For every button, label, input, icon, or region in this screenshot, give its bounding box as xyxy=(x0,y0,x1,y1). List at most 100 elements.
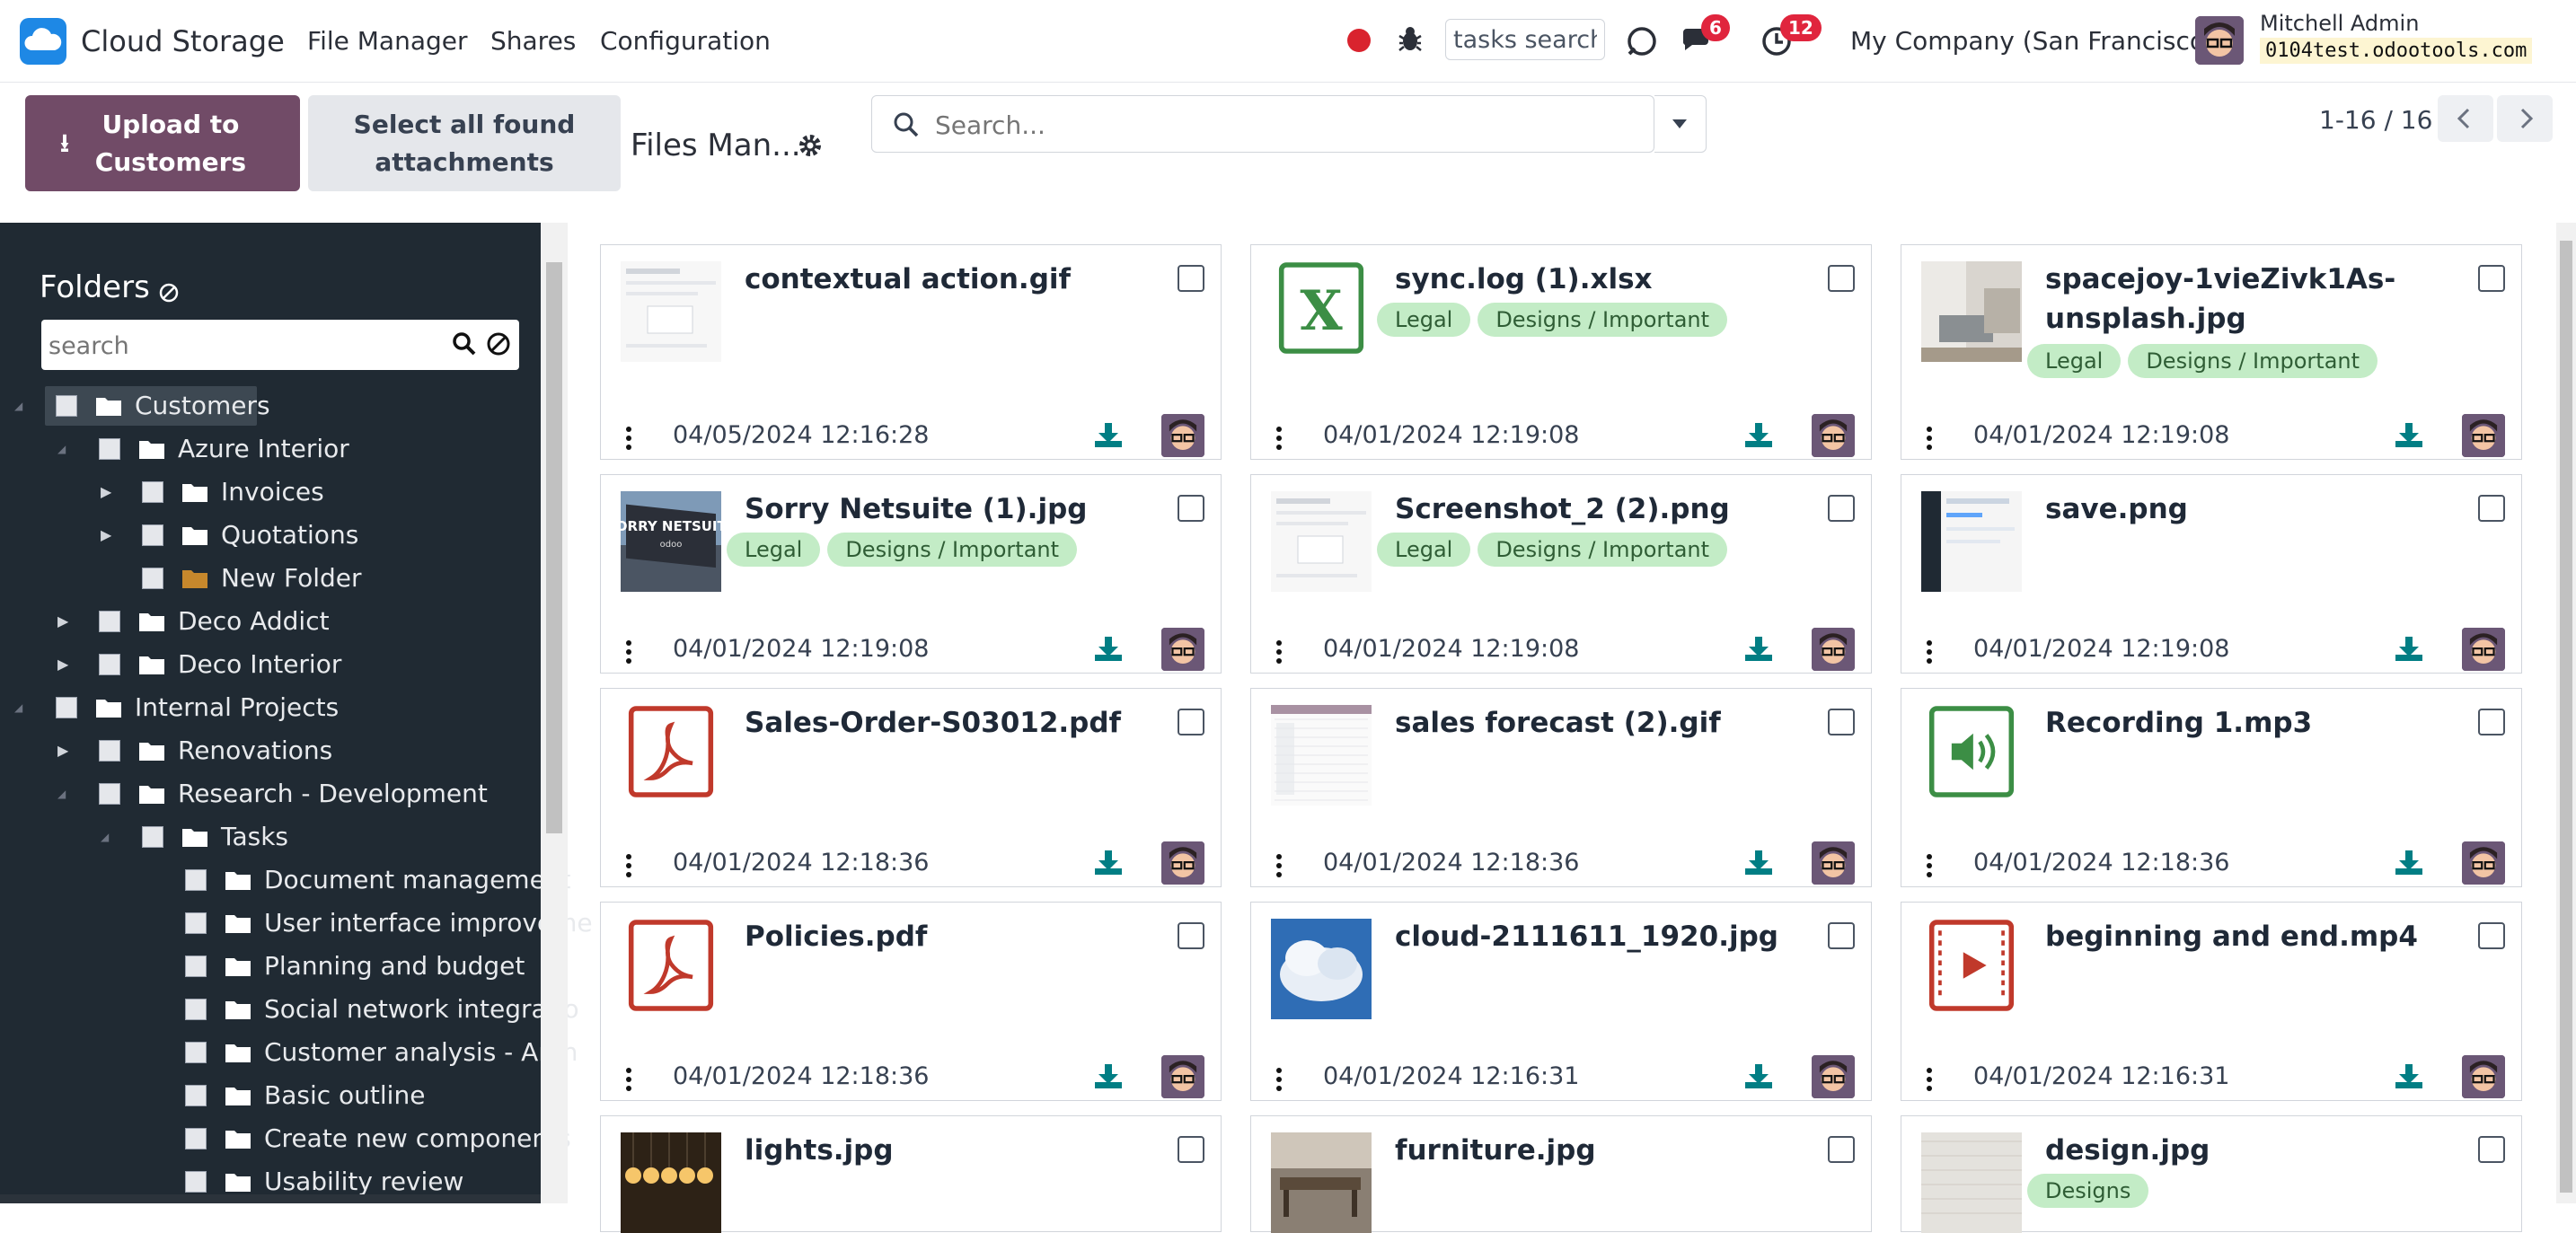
attachment-card[interactable]: furniture.jpg xyxy=(1250,1115,1872,1233)
more-options-icon[interactable] xyxy=(1927,640,1932,664)
download-icon[interactable] xyxy=(1093,421,1124,448)
folder-tree-row[interactable]: ▶ Deco Interior xyxy=(0,643,541,686)
tag-badge[interactable]: Designs xyxy=(2027,1174,2149,1208)
tag-badge[interactable]: Legal xyxy=(1377,533,1471,567)
owner-avatar[interactable] xyxy=(2462,628,2505,671)
expand-arrow-icon[interactable]: ▶ xyxy=(57,656,75,674)
attachment-card[interactable]: cloud-2111611_1920.jpg 04/01/2024 12:16:3… xyxy=(1250,902,1872,1101)
file-name[interactable]: furniture.jpg xyxy=(1395,1131,1799,1170)
clear-filter-icon[interactable] xyxy=(158,282,180,304)
file-name[interactable]: design.jpg xyxy=(2045,1131,2449,1170)
user-avatar[interactable] xyxy=(2195,16,2244,65)
select-checkbox[interactable] xyxy=(2478,265,2505,292)
spreadsheet-thumb-thumbnail[interactable] xyxy=(1271,705,1372,806)
folder-checkbox[interactable] xyxy=(142,481,163,503)
select-checkbox[interactable] xyxy=(1178,922,1204,949)
file-name[interactable]: sales forecast (2).gif xyxy=(1395,703,1799,743)
owner-avatar[interactable] xyxy=(1812,414,1855,457)
folder-tree-row[interactable]: ◢ Internal Projects xyxy=(0,686,541,729)
company-switcher[interactable]: My Company (San Francisco) xyxy=(1850,23,2215,59)
more-options-icon[interactable] xyxy=(1276,640,1282,664)
owner-avatar[interactable] xyxy=(1161,1055,1204,1098)
owner-avatar[interactable] xyxy=(1161,841,1204,885)
screenshot-dark-thumb-thumbnail[interactable] xyxy=(1921,491,2022,592)
attachment-card[interactable]: Sales-Order-S03012.pdf 04/01/2024 12:18:3… xyxy=(600,688,1222,887)
upload-button[interactable]: ⭳ Upload to Customers xyxy=(25,95,300,191)
folder-tree-row[interactable]: Customer analysis - Arch xyxy=(0,1031,578,1074)
owner-avatar[interactable] xyxy=(2462,841,2505,885)
select-checkbox[interactable] xyxy=(2478,709,2505,735)
attachment-card[interactable]: SORRY NETSUITE odoo Sorry Netsuite (1).jpg… xyxy=(600,474,1222,674)
file-name[interactable]: Policies.pdf xyxy=(745,917,1149,956)
folder-checkbox[interactable] xyxy=(142,568,163,589)
download-icon[interactable] xyxy=(1093,1062,1124,1089)
folder-checkbox[interactable] xyxy=(185,1128,207,1149)
file-name[interactable]: Recording 1.mp3 xyxy=(2045,703,2449,743)
folder-tree-row[interactable]: Basic outline xyxy=(0,1074,541,1117)
audio-icon[interactable] xyxy=(1928,705,2015,798)
download-icon[interactable] xyxy=(2394,421,2424,448)
select-checkbox[interactable] xyxy=(1178,1136,1204,1163)
attachment-card[interactable]: Xsync.log (1).xlsx Legal Designs / Importa… xyxy=(1250,244,1872,460)
folder-checkbox[interactable] xyxy=(56,395,77,417)
attachment-card[interactable]: contextual action.gif 04/05/2024 12:16:28 xyxy=(600,244,1222,460)
more-options-icon[interactable] xyxy=(626,854,631,877)
collapse-arrow-icon[interactable]: ◢ xyxy=(14,699,32,717)
expand-arrow-icon[interactable]: ▶ xyxy=(57,612,75,630)
download-icon[interactable] xyxy=(1743,849,1774,876)
download-icon[interactable] xyxy=(1743,635,1774,662)
tag-badge[interactable]: Designs / Important xyxy=(2128,344,2378,378)
wall-photo-thumbnail[interactable] xyxy=(1921,1132,2022,1233)
folder-checkbox[interactable] xyxy=(142,826,163,848)
attachment-card[interactable]: beginning and end.mp4 04/01/2024 12:16:31 xyxy=(1901,902,2522,1101)
select-checkbox[interactable] xyxy=(1828,709,1855,735)
select-checkbox[interactable] xyxy=(2478,1136,2505,1163)
owner-avatar[interactable] xyxy=(2462,414,2505,457)
download-icon[interactable] xyxy=(1743,421,1774,448)
sidebar-horizontal-scrollbar[interactable] xyxy=(0,1194,541,1203)
folder-checkbox[interactable] xyxy=(185,1042,207,1063)
folder-tree-row[interactable]: ▶ Renovations xyxy=(0,729,541,772)
search-icon[interactable] xyxy=(451,330,478,357)
file-name[interactable]: Screenshot_2 (2).png xyxy=(1395,489,1799,529)
folder-checkbox[interactable] xyxy=(99,783,120,805)
folder-checkbox[interactable] xyxy=(99,654,120,675)
folder-tree-row[interactable]: Planning and budget xyxy=(0,945,541,988)
expand-arrow-icon[interactable]: ▶ xyxy=(101,526,119,544)
voip-icon[interactable] xyxy=(1622,22,1662,61)
download-icon[interactable] xyxy=(1093,849,1124,876)
folder-checkbox[interactable] xyxy=(56,697,77,718)
folder-tree-row[interactable]: ▶ Quotations xyxy=(0,514,541,557)
download-icon[interactable] xyxy=(1743,1062,1774,1089)
select-all-button[interactable]: Select all found attachments xyxy=(308,95,621,191)
select-checkbox[interactable] xyxy=(1828,495,1855,522)
more-options-icon[interactable] xyxy=(626,1068,631,1091)
billboard-photo-thumbnail[interactable]: SORRY NETSUITE odoo xyxy=(621,491,721,592)
file-name[interactable]: beginning and end.mp4 xyxy=(2045,917,2449,956)
folder-tree-row[interactable]: ◢ Research - Development xyxy=(0,772,541,815)
tag-badge[interactable]: Legal xyxy=(1377,303,1471,337)
file-name[interactable]: lights.jpg xyxy=(745,1131,1149,1170)
download-icon[interactable] xyxy=(2394,1062,2424,1089)
file-name[interactable]: Sales-Order-S03012.pdf xyxy=(745,703,1149,743)
more-options-icon[interactable] xyxy=(1927,427,1932,450)
attachment-card[interactable]: sales forecast (2).gif 04/01/2024 12:18:3… xyxy=(1250,688,1872,887)
tag-badge[interactable]: Designs / Important xyxy=(1478,533,1728,567)
folder-checkbox[interactable] xyxy=(185,869,207,891)
select-checkbox[interactable] xyxy=(1178,495,1204,522)
more-options-icon[interactable] xyxy=(1276,1068,1282,1091)
folder-tree-row[interactable]: New Folder xyxy=(0,557,541,600)
pdf-icon[interactable] xyxy=(628,919,714,1012)
gear-icon[interactable] xyxy=(796,131,825,160)
pager-value[interactable]: 1-16 / 16 xyxy=(2319,102,2432,138)
video-icon[interactable] xyxy=(1928,919,2015,1012)
room-photo-thumbnail[interactable] xyxy=(1921,261,2022,362)
attachment-card[interactable]: Policies.pdf 04/01/2024 12:18:36 xyxy=(600,902,1222,1101)
file-name[interactable]: Sorry Netsuite (1).jpg xyxy=(745,489,1149,529)
owner-avatar[interactable] xyxy=(2462,1055,2505,1098)
owner-avatar[interactable] xyxy=(1812,628,1855,671)
attachment-card[interactable]: spacejoy-1vieZivk1As-unsplash.jpg Legal De… xyxy=(1901,244,2522,460)
more-options-icon[interactable] xyxy=(626,427,631,450)
search-options-toggle[interactable] xyxy=(1654,95,1707,153)
select-checkbox[interactable] xyxy=(2478,495,2505,522)
